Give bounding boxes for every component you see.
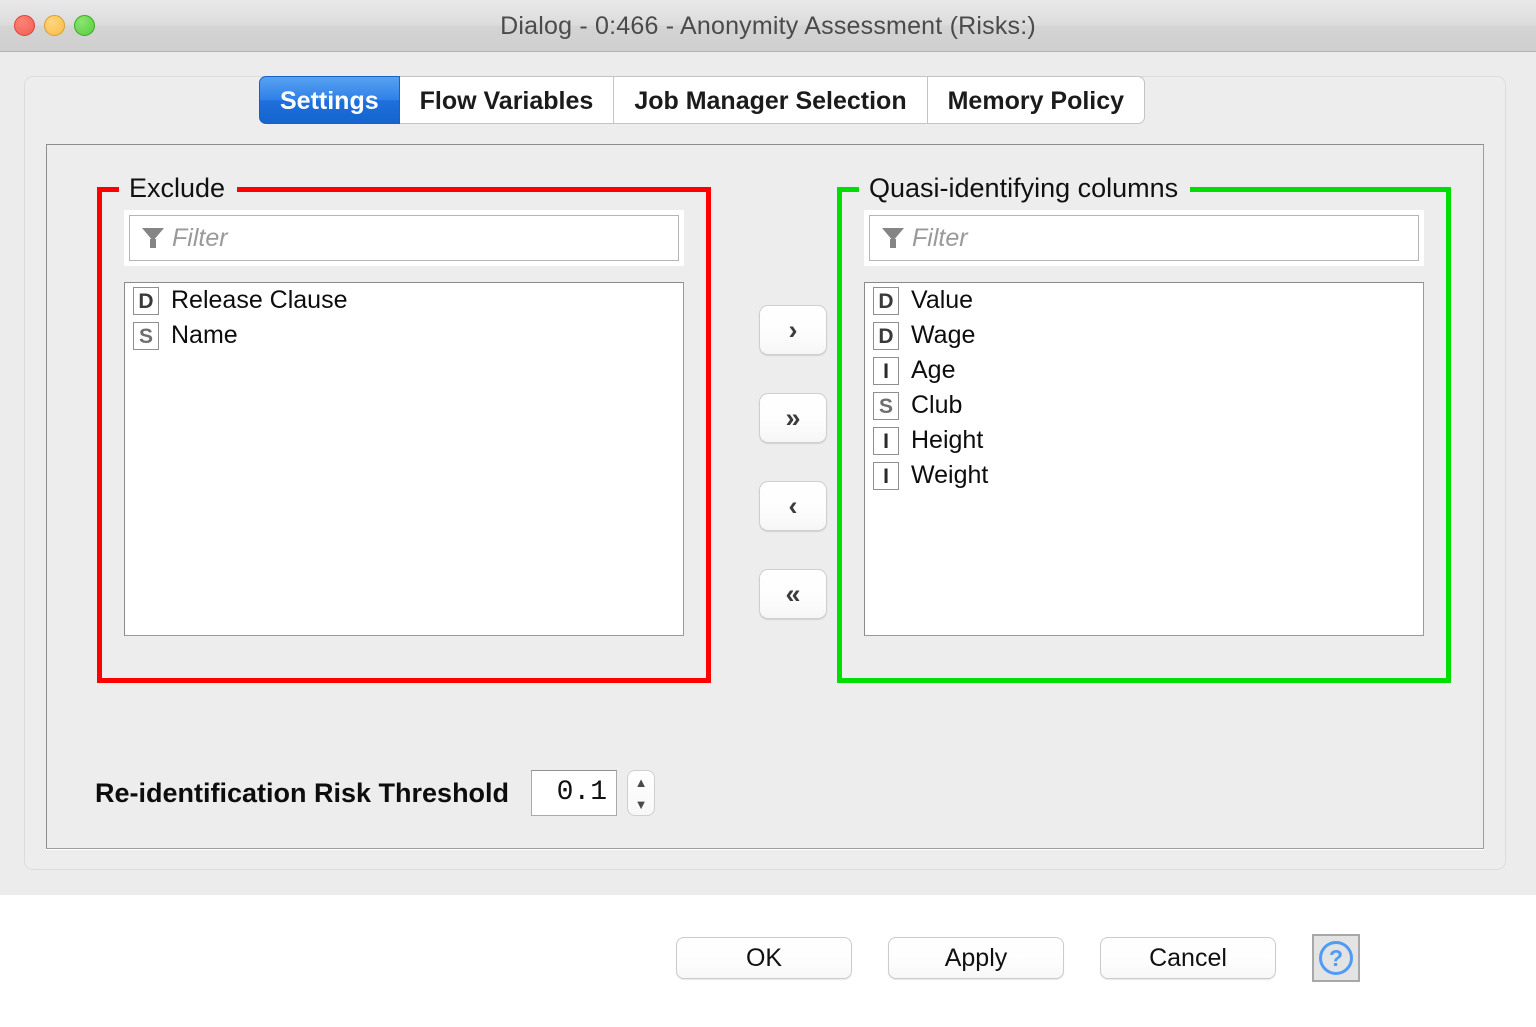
list-item-label: Age xyxy=(911,356,956,384)
list-item[interactable]: D Wage xyxy=(865,318,1423,353)
tab-settings[interactable]: Settings xyxy=(259,76,400,124)
tab-memory-policy[interactable]: Memory Policy xyxy=(927,76,1146,124)
list-item-label: Club xyxy=(911,391,963,419)
list-item[interactable]: D Value xyxy=(865,283,1423,318)
funnel-icon xyxy=(882,226,904,250)
type-badge-icon: I xyxy=(873,461,899,490)
window-titlebar: Dialog - 0:466 - Anonymity Assessment (R… xyxy=(0,0,1536,52)
risk-threshold-label: Re-identification Risk Threshold xyxy=(95,777,510,808)
type-badge-icon: S xyxy=(133,321,159,350)
tab-bar: Settings Flow Variables Job Manager Sele… xyxy=(259,76,1146,126)
list-item-label: Height xyxy=(911,426,984,454)
dialog-action-bar: OK Apply Cancel ? xyxy=(0,928,1536,988)
list-item[interactable]: I Weight xyxy=(865,458,1423,493)
quasi-identifying-group-content: Filter D Value D Wage I Age S Club I Hei… xyxy=(842,192,1446,678)
remove-all-button[interactable]: « xyxy=(759,569,827,619)
exclude-group-title: Exclude xyxy=(119,173,238,204)
tab-job-manager-selection[interactable]: Job Manager Selection xyxy=(614,76,928,124)
list-item-label: Weight xyxy=(911,461,989,489)
tab-flow-variables[interactable]: Flow Variables xyxy=(399,76,615,124)
funnel-icon xyxy=(142,226,164,250)
remove-selected-button[interactable]: ‹ xyxy=(759,481,827,531)
type-badge-icon: S xyxy=(873,391,899,420)
help-icon: ? xyxy=(1319,941,1353,975)
list-item[interactable]: I Age xyxy=(865,353,1423,388)
include-filter-input[interactable]: Filter xyxy=(869,215,1419,261)
list-item-label: Wage xyxy=(911,321,976,349)
risk-threshold-stepper[interactable]: ▲ ▼ xyxy=(627,770,656,816)
stepper-down-icon[interactable]: ▼ xyxy=(635,798,648,811)
list-item[interactable]: D Release Clause xyxy=(125,283,683,318)
exclude-group: Exclude Filter D Release Clause S Name xyxy=(97,173,711,683)
list-item[interactable]: I Height xyxy=(865,423,1423,458)
help-button[interactable]: ? xyxy=(1312,934,1360,982)
exclude-list[interactable]: D Release Clause S Name xyxy=(124,282,684,636)
quasi-identifying-group-title: Quasi-identifying columns xyxy=(859,173,1191,204)
type-badge-icon: D xyxy=(873,321,899,350)
apply-button[interactable]: Apply xyxy=(888,937,1064,979)
list-item-label: Value xyxy=(911,286,974,314)
type-badge-icon: I xyxy=(873,356,899,385)
exclude-group-content: Filter D Release Clause S Name xyxy=(102,192,706,678)
add-selected-button[interactable]: › xyxy=(759,305,827,355)
settings-panel: Exclude Filter D Release Clause S Name ›… xyxy=(46,144,1484,849)
quasi-identifying-group: Quasi-identifying columns Filter D Value xyxy=(837,173,1451,683)
cancel-button[interactable]: Cancel xyxy=(1100,937,1276,979)
include-filter-wrap: Filter xyxy=(864,210,1424,266)
exclude-filter-placeholder: Filter xyxy=(172,223,228,252)
risk-threshold-input[interactable]: 0.1 xyxy=(531,770,618,816)
include-filter-placeholder: Filter xyxy=(912,223,968,252)
list-item[interactable]: S Name xyxy=(125,318,683,353)
list-item[interactable]: S Club xyxy=(865,388,1423,423)
window-title: Dialog - 0:466 - Anonymity Assessment (R… xyxy=(500,12,1036,40)
exclude-filter-input[interactable]: Filter xyxy=(129,215,679,261)
add-all-button[interactable]: » xyxy=(759,393,827,443)
transfer-button-group: › » ‹ « xyxy=(759,305,839,619)
dialog-body: Settings Flow Variables Job Manager Sele… xyxy=(0,52,1536,895)
stepper-up-icon[interactable]: ▲ xyxy=(635,776,648,789)
exclude-filter-wrap: Filter xyxy=(124,210,684,266)
risk-threshold-row: Re-identification Risk Threshold 0.1 ▲ ▼ xyxy=(95,770,656,816)
content-container: Settings Flow Variables Job Manager Sele… xyxy=(24,76,1506,870)
type-badge-icon: D xyxy=(133,286,159,315)
quasi-identifying-list[interactable]: D Value D Wage I Age S Club I Height I W… xyxy=(864,282,1424,636)
ok-button[interactable]: OK xyxy=(676,937,852,979)
type-badge-icon: I xyxy=(873,426,899,455)
list-item-label: Name xyxy=(171,321,238,349)
list-item-label: Release Clause xyxy=(171,286,348,314)
type-badge-icon: D xyxy=(873,286,899,315)
